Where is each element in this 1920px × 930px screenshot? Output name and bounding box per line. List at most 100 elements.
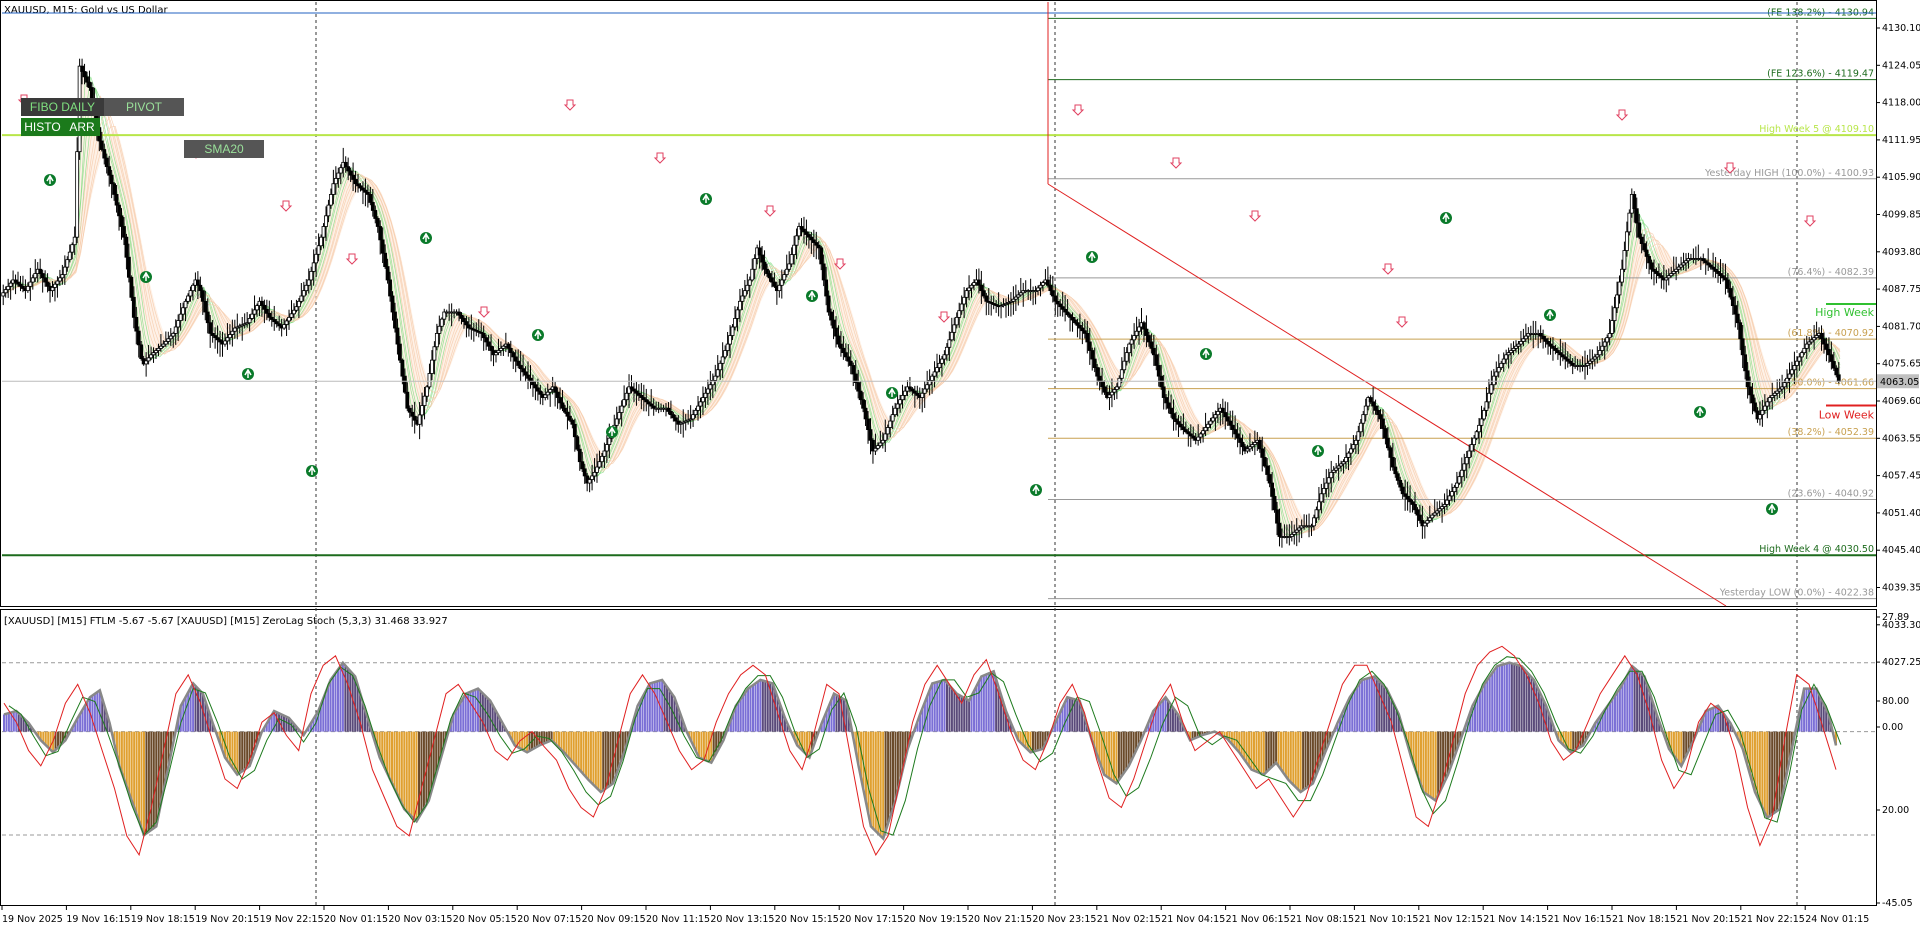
candle-body xyxy=(375,218,380,227)
candle-body xyxy=(104,157,109,168)
candle-body xyxy=(309,270,314,281)
candle-body xyxy=(1277,522,1282,537)
candle-body xyxy=(489,345,493,351)
candle-body xyxy=(87,81,92,88)
candle-body xyxy=(903,390,907,396)
candle-body xyxy=(126,256,131,278)
candle-body xyxy=(925,384,930,390)
candle-body xyxy=(1637,222,1642,238)
up-arrow-icon-12 xyxy=(1200,348,1212,360)
candle-body xyxy=(30,277,35,283)
candle-body xyxy=(575,436,580,450)
candle-body xyxy=(703,392,708,398)
pivot-button[interactable]: PIVOT xyxy=(104,98,184,116)
candle-body xyxy=(1624,231,1629,251)
time-tick-label-10: 20 Nov 11:15 xyxy=(646,914,710,925)
candle-body xyxy=(765,268,769,274)
time-tick-label-24: 21 Nov 16:15 xyxy=(1548,914,1612,925)
candle-body xyxy=(284,320,289,325)
candle-body xyxy=(1272,496,1277,511)
candle-body xyxy=(1804,343,1809,349)
candle-body xyxy=(772,281,777,287)
candle-body xyxy=(745,284,750,292)
candle-body xyxy=(45,281,50,287)
candle-body xyxy=(1824,343,1829,350)
candle-body xyxy=(1176,421,1181,425)
candle-body xyxy=(937,362,942,369)
candle-body xyxy=(299,295,304,302)
candle-body xyxy=(708,384,713,390)
candle-body xyxy=(767,273,772,279)
candle-body xyxy=(1198,433,1203,438)
time-tick-label-9: 20 Nov 09:15 xyxy=(582,914,646,925)
price-tick-label-12: 4057.45 xyxy=(1882,471,1920,482)
candle-body xyxy=(878,442,883,447)
candle-body xyxy=(868,429,873,441)
candle-body xyxy=(1383,428,1388,439)
candle-body xyxy=(430,359,434,374)
up-arrow-icon-16 xyxy=(1694,406,1706,418)
candle-body xyxy=(1797,356,1802,362)
up-arrow-icon-14 xyxy=(1440,212,1452,224)
histo-button[interactable]: HISTO xyxy=(21,118,64,136)
up-arrow-icon-13 xyxy=(1312,445,1324,457)
candle-body xyxy=(861,399,866,409)
candle-body xyxy=(80,65,84,72)
candle-body xyxy=(984,295,989,302)
candle-body xyxy=(1472,437,1477,445)
candle-body xyxy=(553,386,558,393)
candle-body xyxy=(1228,420,1233,426)
candle-body xyxy=(1097,375,1102,382)
sma20-button[interactable]: SMA20 xyxy=(184,140,264,158)
candle-body xyxy=(1802,347,1807,354)
candle-body xyxy=(208,322,213,334)
candle-body xyxy=(393,311,397,329)
up-arrow-icon-1 xyxy=(140,271,152,283)
candle-body xyxy=(836,335,841,345)
candle-body xyxy=(762,261,767,270)
price-tick-label-2: 4118.00 xyxy=(1882,98,1920,109)
candle-body xyxy=(1425,520,1430,524)
arr-button[interactable]: ARR xyxy=(64,118,100,136)
candle-body xyxy=(119,215,124,227)
candle-body xyxy=(1213,414,1218,419)
candle-body xyxy=(846,356,851,362)
candle-body xyxy=(1501,358,1506,364)
candle-body xyxy=(230,330,235,335)
price-tick-label-4: 4105.90 xyxy=(1882,172,1920,183)
candle-body xyxy=(1235,433,1240,439)
candle-body xyxy=(1794,360,1799,366)
candle-body xyxy=(1119,369,1124,379)
fibo-daily-button[interactable]: FIBO DAILY xyxy=(21,98,104,116)
candle-body xyxy=(1063,308,1068,313)
candle-body xyxy=(486,341,491,347)
candle-body xyxy=(25,285,30,292)
candle-body xyxy=(65,259,70,268)
candle-body xyxy=(1085,332,1090,343)
candle-body xyxy=(124,236,129,258)
candle-body xyxy=(1095,367,1100,377)
time-tick-label-25: 21 Nov 18:15 xyxy=(1612,914,1676,925)
candle-body xyxy=(1494,371,1499,377)
candle-body xyxy=(1087,341,1092,351)
main-chart-svg: XAUUSD, M15: Gold vs US Dollar (FE 138.2%… xyxy=(0,0,1920,930)
low-week-label: Low Week xyxy=(1819,409,1875,422)
candle-body xyxy=(590,475,594,480)
candle-body xyxy=(806,234,811,238)
candle-body xyxy=(560,402,565,409)
candle-body xyxy=(1634,208,1639,224)
candle-body xyxy=(1174,418,1178,422)
time-tick-label-14: 20 Nov 19:15 xyxy=(904,914,968,925)
candle-body xyxy=(947,339,952,348)
time-tick-label-0: 19 Nov 2025 xyxy=(2,914,63,925)
candle-body xyxy=(1615,294,1619,309)
candle-body xyxy=(669,411,673,416)
candle-body xyxy=(1220,407,1225,413)
candle-body xyxy=(402,375,407,393)
candle-body xyxy=(459,314,464,319)
candle-body xyxy=(205,311,210,324)
time-tick-label-11: 20 Nov 13:15 xyxy=(710,914,774,925)
candle-body xyxy=(1538,332,1543,337)
candle-body xyxy=(484,337,489,343)
candle-body xyxy=(841,347,846,354)
